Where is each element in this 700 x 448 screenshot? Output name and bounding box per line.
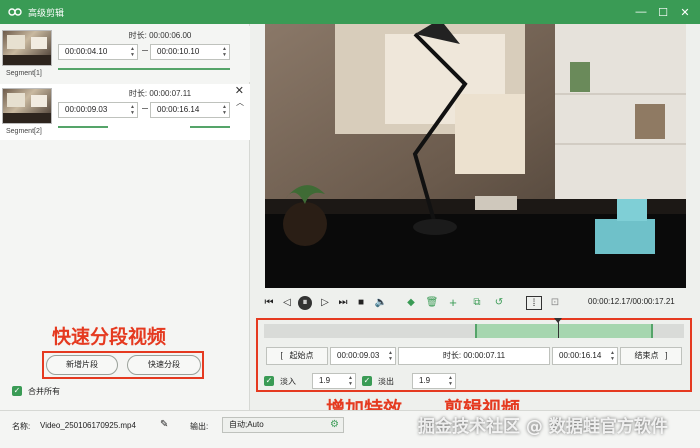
segment-end-input[interactable]: 00:00:16.14 ▲ ▼ (150, 102, 230, 118)
file-name: Video_250106170925.mp4 (40, 421, 136, 430)
output-label: 输出: (190, 422, 209, 431)
fade-out-checkbox[interactable]: ✓ (362, 376, 372, 386)
merge-all-label: 合并所有 (28, 387, 60, 396)
set-end-button[interactable]: 结束点 ] (620, 347, 682, 365)
volume-icon[interactable]: 🔈 (374, 296, 388, 310)
segment-thumbnail (2, 30, 52, 66)
playhead[interactable] (557, 320, 559, 338)
segment-thumbnail (2, 88, 52, 124)
title-bar: 高级剪辑 — ☐ ✕ (0, 0, 700, 24)
fade-in-checkbox[interactable]: ✓ (264, 376, 274, 386)
segment-item[interactable]: Segment[2] 时长: 00:00:07.11 00:00:09.03 ▲ ▼… (0, 84, 250, 140)
add-icon[interactable]: + (446, 296, 460, 310)
settings-gear-icon[interactable]: ⚙ (330, 418, 339, 432)
step-back-icon[interactable]: ◁ (280, 296, 294, 310)
delete-icon[interactable]: 🗑 (425, 296, 439, 310)
segment-progress (58, 126, 108, 128)
segment-start-input[interactable]: 00:00:04.10 ▲ ▼ (58, 44, 138, 60)
watermark: 掘金技术社区 @ 数据蛙官方软件 (418, 417, 668, 437)
end-time-input[interactable]: 00:00:16.14 ▲ ▼ (552, 347, 618, 365)
video-preview[interactable] (265, 24, 686, 288)
mark-in-out-icon[interactable]: ⁞ (526, 296, 542, 310)
merge-all-checkbox[interactable]: ✓ (12, 386, 22, 396)
undo-icon[interactable]: ↺ (492, 296, 506, 310)
edit-name-icon[interactable]: ✎ (160, 419, 168, 430)
segment-label: Segment[2] (6, 128, 42, 135)
skip-start-icon[interactable]: ⏮ (262, 296, 276, 310)
skip-end-icon[interactable]: ⏭ (336, 296, 350, 310)
maximize-icon[interactable]: ☐ (654, 3, 672, 21)
delete-segment-icon[interactable]: ✕ (235, 84, 244, 97)
segment-progress (58, 68, 230, 70)
collapse-icon[interactable]: ︿ (236, 97, 244, 108)
name-label: 名称: (12, 422, 31, 431)
selection-range[interactable] (475, 324, 653, 338)
segment-item[interactable]: Segment[1] 时长: 00:00:06.00 00:00:04.10 ▲ ▼… (0, 26, 250, 82)
close-icon[interactable]: ✕ (676, 3, 694, 21)
duration-display: 时长: 00:00:07.11 (398, 347, 550, 365)
segment-duration: 时长: 00:00:06.00 (128, 31, 192, 40)
fade-out-label: 淡出 (378, 377, 394, 386)
step-forward-icon[interactable]: ▷ (318, 296, 332, 310)
quick-split-button[interactable]: 快速分段 (127, 355, 201, 375)
app-logo-icon (8, 5, 22, 19)
copy-icon[interactable]: ⧉ (470, 296, 484, 310)
segment-duration: 时长: 00:00:07.11 (128, 89, 192, 98)
stop-icon[interactable]: ■ (354, 296, 368, 310)
window-title: 高级剪辑 (28, 7, 65, 18)
annotation-quick-split: 快速分段视频 (52, 326, 167, 348)
minimize-icon[interactable]: — (632, 3, 650, 21)
timeline-track[interactable] (264, 318, 684, 338)
fade-in-label: 淡入 (280, 377, 296, 386)
start-time-input[interactable]: 00:00:09.03 ▲ ▼ (330, 347, 396, 365)
crop-icon[interactable]: ⊡ (548, 296, 562, 310)
output-path-field[interactable]: 自动;Auto ⚙ (222, 417, 344, 433)
segment-start-input[interactable]: 00:00:09.03 ▲ ▼ (58, 102, 138, 118)
segment-end-input[interactable]: 00:00:10.10 ▲ ▼ (150, 44, 230, 60)
pause-icon[interactable]: ⏸ (298, 296, 312, 310)
fade-out-input[interactable]: 1.9 ▲ ▼ (412, 373, 456, 389)
set-start-button[interactable]: [ 起始点 (266, 347, 328, 365)
fade-in-input[interactable]: 1.9 ▲ ▼ (312, 373, 356, 389)
segment-label: Segment[1] (6, 70, 42, 77)
timecode: 00:00:12.17/00:00:17.21 (588, 297, 675, 306)
split-icon[interactable]: ◆ (404, 296, 418, 310)
add-segment-button[interactable]: 新增片段 (46, 355, 118, 375)
